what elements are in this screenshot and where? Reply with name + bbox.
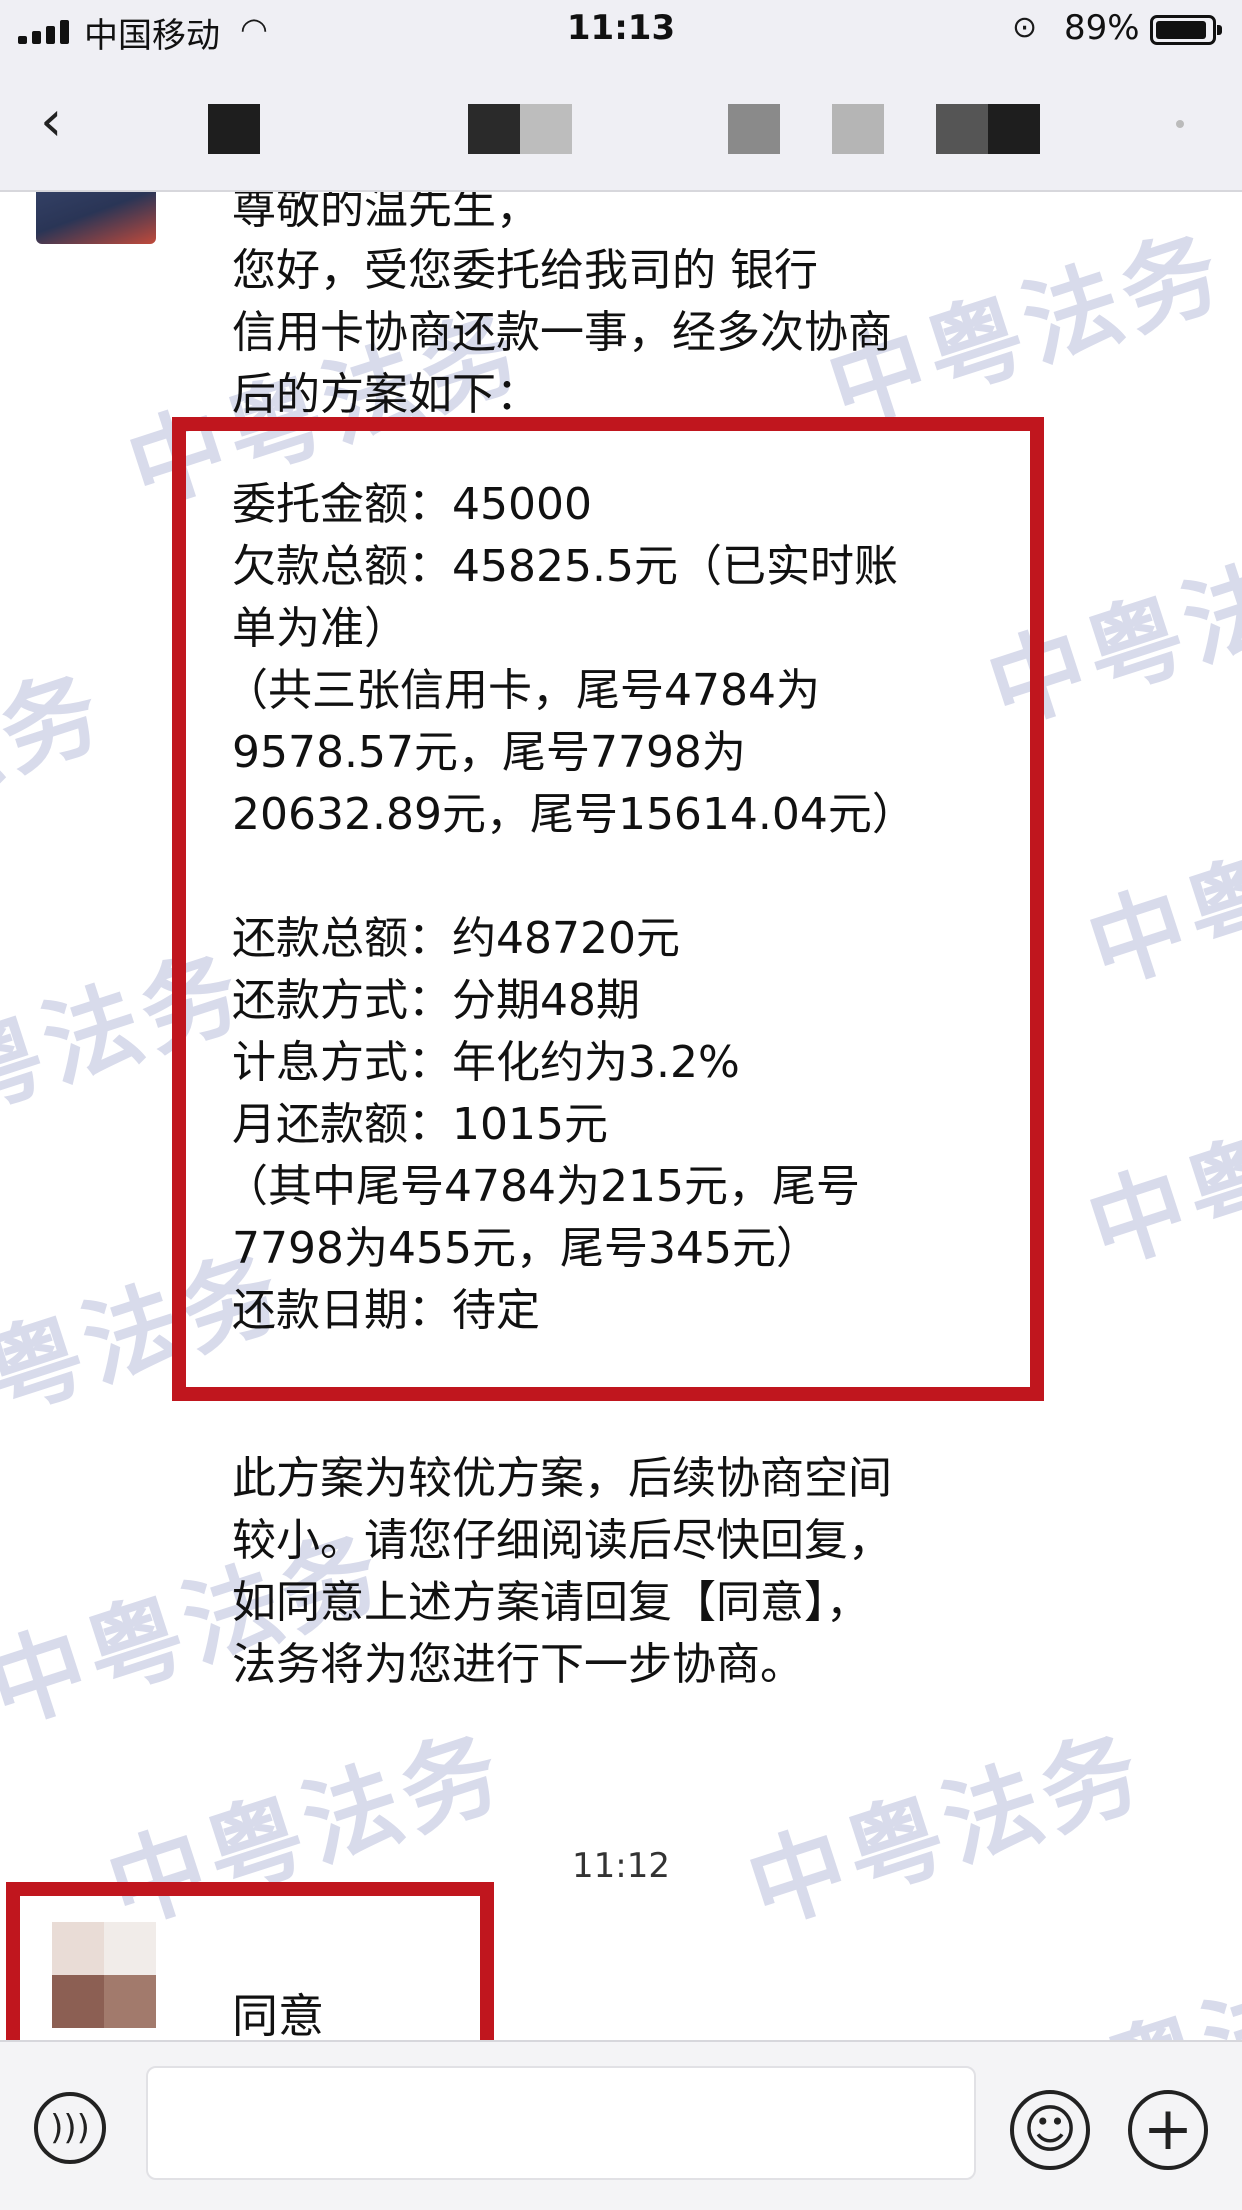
- watermark: 中粤法务: [1075, 773, 1242, 1006]
- watermark: 中粤法务: [989, 1912, 1242, 2040]
- rotation-lock-icon: ⊙: [1012, 10, 1038, 45]
- chat-header: ‹: [0, 62, 1242, 192]
- status-time: 11:13: [566, 8, 676, 48]
- watermark: 中粤法务: [735, 1713, 1158, 1946]
- message-line: 法务将为您进行下一步协商。: [232, 1639, 804, 1690]
- message-input[interactable]: [146, 2066, 976, 2180]
- battery-percent: 89%: [1064, 8, 1140, 48]
- message-line: 您好，受您委托给我司的 银行: [232, 245, 818, 296]
- plus-icon[interactable]: +: [1128, 2090, 1208, 2170]
- status-bar: 中国移动 ◠ 11:13 ⊙ 89%: [0, 0, 1242, 62]
- message-line: 此方案为较优方案，后续协商空间: [232, 1453, 892, 1504]
- message-line: 较小。请您仔细阅读后尽快回复，: [232, 1515, 892, 1566]
- voice-icon[interactable]: ))): [34, 2092, 106, 2164]
- watermark: 中粤法务: [0, 653, 118, 886]
- back-button[interactable]: ‹: [40, 94, 62, 150]
- more-dot[interactable]: [1176, 120, 1184, 128]
- emoji-icon[interactable]: ☺: [1010, 2090, 1090, 2170]
- message-closing: 此方案为较优方案，后续协商空间 较小。请您仔细阅读后尽快回复， 如同意上述方案请…: [232, 1448, 892, 1696]
- sender-avatar[interactable]: [36, 192, 156, 244]
- message-line: 尊敬的温先生，: [232, 192, 540, 234]
- message-timestamp: 11:12: [572, 1846, 670, 1886]
- reply-highlight-box: [6, 1882, 494, 2054]
- message-line: 如同意上述方案请回复【同意】，: [232, 1577, 870, 1628]
- watermark: 中粤法务: [1075, 1053, 1242, 1286]
- message-intro: 尊敬的温先生， 您好，受您委托给我司的 银行 信用卡协商还款一事，经多次协商 后…: [232, 192, 892, 426]
- message-line: 信用卡协商还款一事，经多次协商: [232, 307, 892, 358]
- chat-area[interactable]: 中粤法务 中粤法务 中粤法务 中粤法务 中粤法务 中粤法务 中粤法务 中粤法务 …: [0, 192, 1242, 2040]
- plan-highlight-box: [172, 417, 1044, 1401]
- battery-icon: [1150, 15, 1222, 45]
- input-bar: ))) ☺ +: [0, 2040, 1242, 2210]
